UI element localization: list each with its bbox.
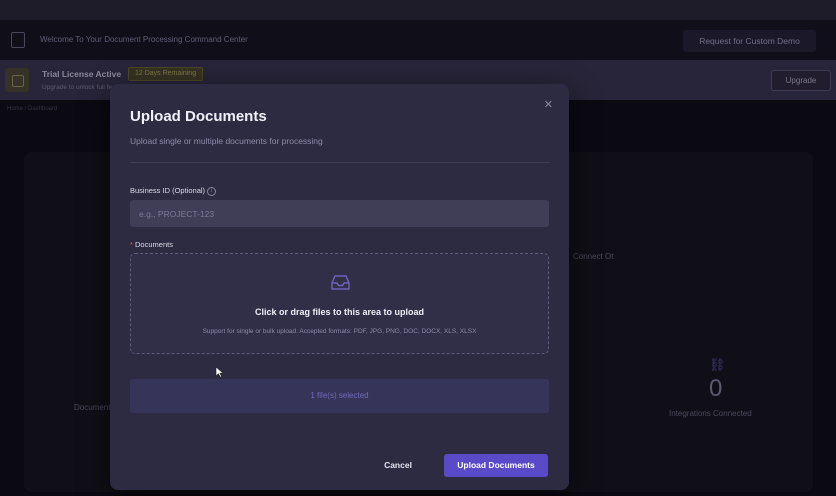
documents-label: * Documents: [130, 240, 173, 249]
documents-label-text: Documents: [135, 240, 173, 249]
modal-divider: [130, 162, 549, 163]
close-icon[interactable]: ✕: [544, 98, 553, 111]
dropzone-text: Click or drag files to this area to uplo…: [254, 307, 425, 317]
upload-modal: ✕ Upload Documents Upload single or mult…: [110, 84, 569, 490]
file-dropzone[interactable]: Click or drag files to this area to uplo…: [130, 253, 549, 354]
cancel-button[interactable]: Cancel: [374, 454, 422, 477]
files-selected-bar: 1 file(s) selected: [130, 379, 549, 413]
business-id-label-text: Business ID (Optional): [130, 186, 206, 195]
business-id-label: Business ID (Optional) i: [130, 186, 217, 196]
modal-title: Upload Documents: [130, 108, 267, 125]
info-icon[interactable]: i: [207, 186, 217, 196]
upload-documents-button[interactable]: Upload Documents: [444, 454, 548, 477]
modal-subtitle: Upload single or multiple documents for …: [130, 136, 323, 146]
mouse-cursor-icon: [215, 366, 224, 378]
required-mark: *: [130, 240, 133, 249]
dropzone-hint: Support for single or bulk upload. Accep…: [202, 328, 477, 335]
business-id-input[interactable]: [130, 200, 549, 227]
inbox-icon: [331, 275, 350, 290]
